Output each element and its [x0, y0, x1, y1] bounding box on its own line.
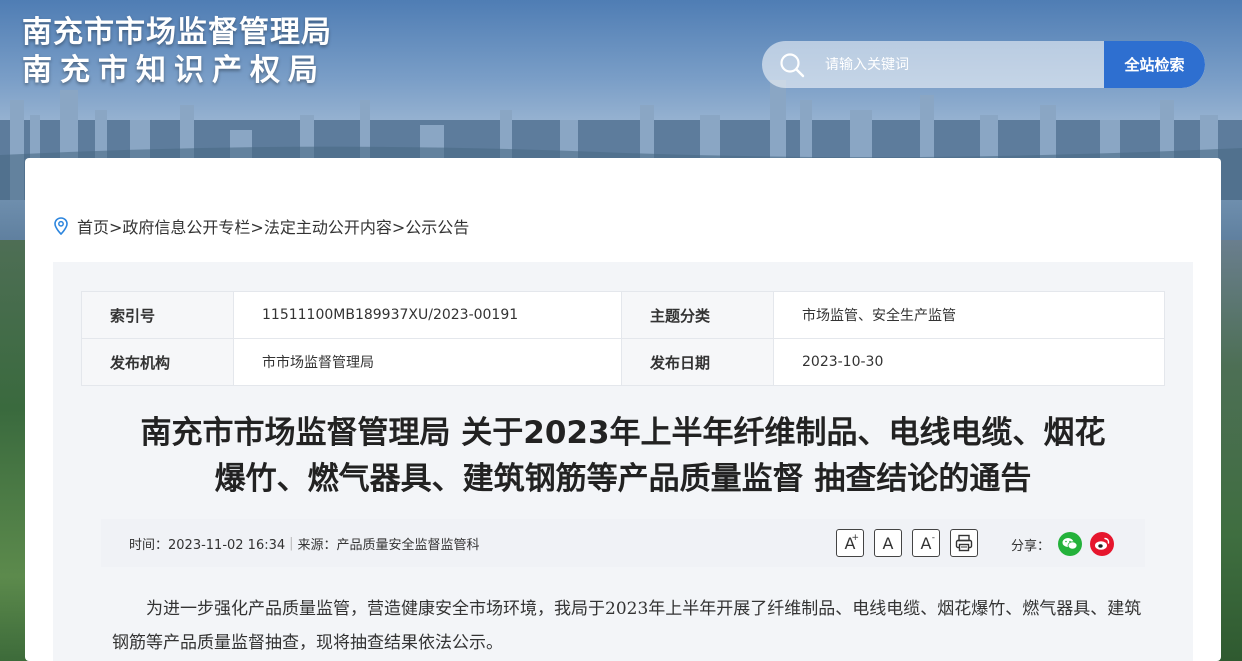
article-source: 来源：产品质量安全监督监管科 [297, 537, 480, 553]
topic-label: 主题分类 [621, 291, 774, 339]
location-pin-icon [54, 217, 68, 235]
breadcrumb-text[interactable]: 首页>政府信息公开专栏>法定主动公开内容>公示公告 [77, 214, 469, 238]
search-button[interactable]: 全站检索 [1104, 41, 1205, 88]
date-label: 发布日期 [621, 338, 774, 386]
content-panel: 首页>政府信息公开专栏>法定主动公开内容>公示公告 索引号 11511100MB… [25, 158, 1221, 661]
share-label: 分享： [1011, 538, 1051, 554]
site-title-line1: 南充市市场监督管理局 [22, 15, 332, 50]
breadcrumb: 首页>政府信息公开专栏>法定主动公开内容>公示公告 [53, 214, 469, 238]
issuer-value: 市市场监督管理局 [233, 338, 622, 386]
table-row: 索引号 11511100MB189937XU/2023-00191 主题分类 市… [81, 291, 1165, 339]
font-increase-button[interactable]: A + [836, 529, 864, 557]
weibo-share-button[interactable] [1090, 532, 1115, 556]
print-button[interactable] [950, 529, 978, 557]
printer-icon [955, 534, 973, 552]
article-title: 南充市市场监督管理局 关于2023年上半年纤维制品、电线电缆、烟花爆竹、燃气器具… [53, 410, 1193, 502]
article-toolbar: 时间：2023-11-02 16:34 | 来源：产品质量安全监督监管科 A + … [101, 519, 1145, 567]
font-decrease-button[interactable]: A- [912, 529, 940, 557]
font-size-controls: A + A A- [836, 529, 978, 557]
meta-info-table: 索引号 11511100MB189937XU/2023-00191 主题分类 市… [81, 291, 1165, 386]
weibo-icon [1095, 537, 1110, 550]
issuer-label: 发布机构 [81, 338, 234, 386]
share-bar: 分享： [1011, 532, 1115, 556]
publish-time: 时间：2023-11-02 16:34 [129, 537, 286, 553]
article-body: 为进一步强化产品质量监管，营造健康安全市场环境，我局于2023年上半年开展了纤维… [112, 592, 1142, 660]
wechat-icon [1062, 538, 1078, 550]
font-decrease-label: A [920, 533, 932, 553]
article-title-text: 南充市市场监督管理局 关于2023年上半年纤维制品、电线电缆、烟花爆竹、燃气器具… [140, 415, 1106, 497]
paragraph: 为进一步强化产品质量监管，营造健康安全市场环境，我局于2023年上半年开展了纤维… [112, 599, 1142, 653]
site-title[interactable]: 南充市市场监督管理局 南充市知识产权局 [22, 14, 332, 90]
search-icon[interactable] [779, 52, 805, 78]
date-value: 2023-10-30 [773, 338, 1165, 386]
index-value: 11511100MB189937XU/2023-00191 [233, 291, 622, 339]
greenery-right [1218, 240, 1242, 661]
index-label: 索引号 [81, 291, 234, 339]
font-decrease-sup: - [931, 533, 935, 543]
topic-value: 市场监管、安全生产监管 [773, 291, 1165, 339]
font-increase-sup: + [851, 533, 859, 543]
site-title-line2: 南充市知识产权局 [22, 53, 326, 88]
table-row: 发布机构 市市场监督管理局 发布日期 2023-10-30 [81, 338, 1165, 386]
font-normal-button[interactable]: A [874, 529, 902, 557]
divider: | [289, 535, 294, 551]
font-normal-label: A [882, 533, 894, 553]
wechat-share-button[interactable] [1058, 532, 1083, 556]
search-box: 全站检索 [762, 41, 1205, 88]
article-container: 索引号 11511100MB189937XU/2023-00191 主题分类 市… [53, 262, 1193, 661]
search-input[interactable] [825, 56, 1085, 73]
